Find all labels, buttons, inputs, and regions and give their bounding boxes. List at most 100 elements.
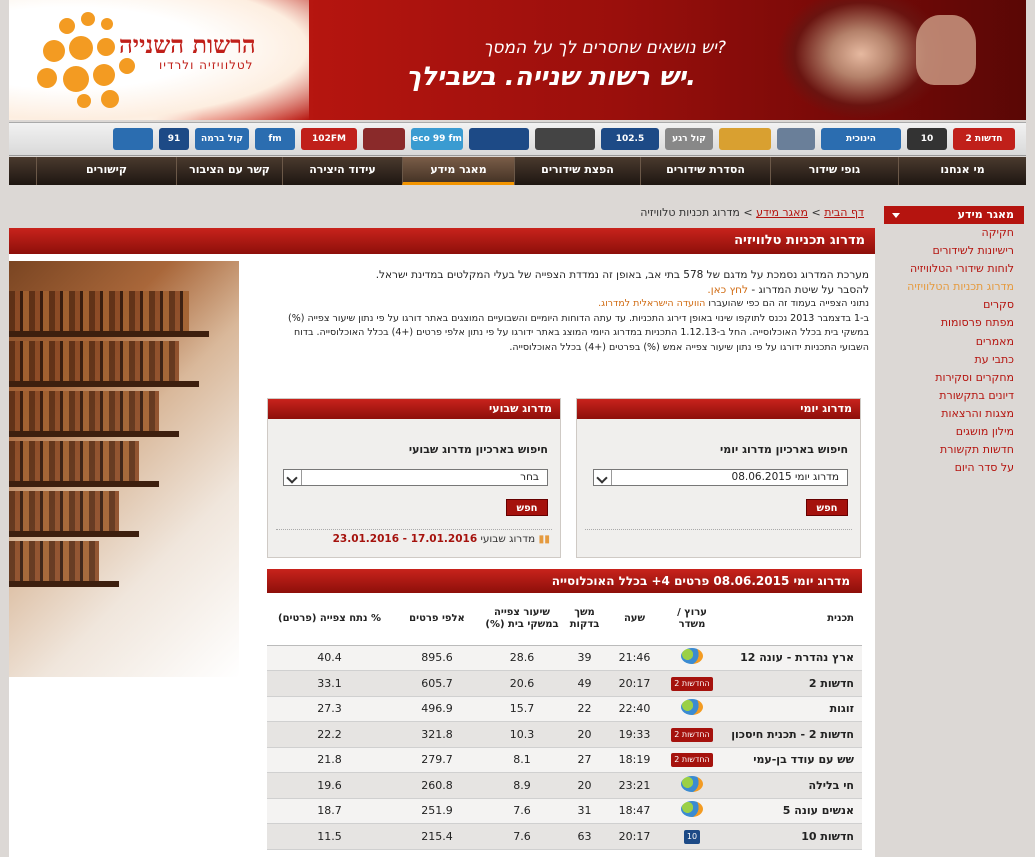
table-row[interactable]: ארץ נהדרת - עונה 12 21:46 39 28.6 895.6 40.4	[267, 645, 862, 671]
weekly-footer-label: מדרוג שבועי	[480, 533, 536, 545]
nav-item[interactable]: מאגר מידע	[402, 157, 514, 185]
nav-item[interactable]: קישורים	[36, 157, 176, 185]
channel-logo-cell	[662, 772, 722, 799]
channel-logo[interactable]: 10	[907, 128, 947, 150]
channel-logo[interactable]	[113, 128, 153, 150]
channel-logo-cell: החדשות 2	[662, 747, 722, 773]
table-cell-thousands: 251.9	[392, 798, 482, 824]
table-cell-rating: 7.6	[482, 798, 562, 824]
table-cell-time: 20:17	[607, 670, 662, 697]
chevron-down-icon	[594, 470, 612, 485]
table-row[interactable]: זוגות 22:40 22 15.7 496.9 27.3	[267, 696, 862, 722]
breadcrumb-section[interactable]: מאגר מידע	[756, 206, 808, 219]
page: הרשות השנייה לטלוויזיה ולרדיו יש נושאים …	[0, 0, 1035, 857]
sidebar-item[interactable]: כתבי עת	[884, 351, 1024, 369]
sidebar-item[interactable]: על סדר היום	[884, 459, 1024, 477]
library-bookshelf-image	[9, 261, 239, 677]
sidebar-item[interactable]: מצגות והרצאות	[884, 405, 1024, 423]
explanation-link[interactable]: לחץ כאן.	[707, 284, 748, 296]
channel-logo[interactable]: 102FM	[301, 128, 357, 150]
sidebar-item[interactable]: מדרוג תכניות הטלוויזיה	[884, 278, 1024, 296]
intro-p2: להסבר על שיטת המדרוג -	[748, 283, 869, 296]
table-header: שיעור צפייה במשקי בית (%)	[482, 593, 562, 646]
banner-person-image	[776, 0, 976, 120]
table-cell-share: 40.4	[267, 645, 392, 671]
rating-committee-link[interactable]: הוועדה הישראלית למדרוג.	[598, 298, 705, 309]
channel-logo[interactable]: eco 99 fm	[411, 128, 463, 150]
breadcrumb-sep: >	[739, 206, 757, 219]
table-cell-program: אנשים עונה 5	[722, 798, 862, 824]
channel-logo[interactable]: הינוכית	[821, 128, 901, 150]
daily-rating-box: מדרוג יומי חיפוש בארכיון מדרוג יומי מדרו…	[576, 398, 861, 558]
channel-logo-cell: החדשות 2	[662, 670, 722, 697]
sidebar-title[interactable]: מאגר מידע	[884, 206, 1024, 224]
sidebar-item[interactable]: מחקרים וסקירות	[884, 369, 1024, 387]
channel-logo-cell	[662, 798, 722, 824]
table-cell-duration: 20	[562, 721, 607, 748]
channel-logo[interactable]	[719, 128, 771, 150]
daily-archive-select[interactable]: מדרוג יומי 08.06.2015	[593, 469, 848, 486]
channel-logo[interactable]: 91	[159, 128, 189, 150]
channel-logo[interactable]	[469, 128, 529, 150]
table-cell-share: 27.3	[267, 696, 392, 722]
channel-logo[interactable]: קול רגע	[665, 128, 713, 150]
table-cell-program: חי בלילה	[722, 772, 862, 799]
table-cell-duration: 27	[562, 747, 607, 773]
table-row[interactable]: חדשות 2 - תכנית חיסכון החדשות 2 19:33 20 10.…	[267, 721, 862, 748]
nav-item[interactable]: מי אנחנו	[898, 157, 1026, 185]
nav-item[interactable]: קשר עם הציבור	[176, 157, 282, 185]
main-nav: מי אנחנו גופי שידור הסדרת שידורים הפצת שידו…	[9, 157, 1026, 185]
sidebar-item[interactable]: מפתח פרסומות	[884, 314, 1024, 332]
sidebar-item[interactable]: לוחות שידורי הטלוויזיה	[884, 260, 1024, 278]
sidebar-item[interactable]: חדשות תקשורת	[884, 441, 1024, 459]
daily-search-button[interactable]: חפש	[806, 499, 848, 516]
sidebar-item[interactable]: חקיקה	[884, 224, 1024, 242]
table-row[interactable]: חי בלילה 23:21 20 8.9 260.8 19.6	[267, 772, 862, 799]
channel-logo[interactable]: חדשות 2	[953, 128, 1015, 150]
sidebar-item[interactable]: מאמרים	[884, 333, 1024, 351]
main-content: מדרוג תכניות טלוויזיה מערכת המדרוג נסמכת…	[9, 228, 875, 857]
page-title: מדרוג תכניות טלוויזיה	[9, 228, 875, 254]
breadcrumb-home[interactable]: דף הבית	[824, 206, 864, 219]
channel-logo[interactable]	[535, 128, 595, 150]
table-cell-rating: 8.1	[482, 747, 562, 773]
nav-item[interactable]: גופי שידור	[770, 157, 898, 185]
breadcrumb-current: מדרוג תכניות טלוויזיה	[640, 206, 740, 219]
site-logo[interactable]: הרשות השנייה לטלוויזיה ולרדיו	[9, 0, 309, 120]
channel2-news-logo-icon: החדשות 2	[671, 727, 713, 742]
weekly-latest-link[interactable]: ▮▮ מדרוג שבועי 17.01.2016 - 23.01.2016	[333, 533, 550, 545]
table-header: שעה	[607, 593, 662, 646]
table-cell-time: 21:46	[607, 645, 662, 671]
sidebar-item[interactable]: רישיונות לשידורים	[884, 242, 1024, 260]
channel-logo-strip: חדשות 2 10 הינוכית קול רגע 102.5 eco 99 fm 102…	[9, 122, 1026, 156]
table-cell-duration: 31	[562, 798, 607, 824]
weekly-search-button[interactable]: חפש	[506, 499, 548, 516]
table-row[interactable]: אנשים עונה 5 18:47 31 7.6 251.9 18.7	[267, 798, 862, 824]
sidebar-item[interactable]: סקרים	[884, 296, 1024, 314]
channel10-logo-icon: 10	[683, 829, 701, 844]
weekly-archive-select[interactable]: בחר	[283, 469, 548, 486]
nav-item[interactable]: עידוד היצירה	[282, 157, 402, 185]
channel-logo[interactable]	[777, 128, 815, 150]
sidebar-item[interactable]: מילון מושגים	[884, 423, 1024, 441]
chevron-down-icon	[284, 470, 302, 485]
reshet-logo-icon	[681, 801, 703, 818]
table-cell-thousands: 895.6	[392, 645, 482, 671]
nav-item[interactable]: הסדרת שידורים	[640, 157, 770, 185]
channel-logo[interactable]	[363, 128, 405, 150]
channel-logo-cell: 10	[662, 823, 722, 850]
table-row[interactable]: חדשות 10 10 20:17 63 7.6 215.4 11.5	[267, 823, 862, 850]
table-row[interactable]: שש עם עודד בן-עמי החדשות 2 18:19 27 8.1 279.7…	[267, 747, 862, 773]
sidebar: מאגר מידע חקיקה רישיונות לשידורים לוחות שי…	[884, 206, 1024, 477]
table-row[interactable]: חדשות 2 החדשות 2 20:17 49 20.6 605.7 33.1	[267, 670, 862, 697]
sidebar-item[interactable]: דיונים בתקשורת	[884, 387, 1024, 405]
channel-logo[interactable]: 102.5	[601, 128, 659, 150]
nav-item[interactable]: הפצת שידורים	[514, 157, 640, 185]
table-header: אלפי פרטים	[392, 593, 482, 646]
intro-text: מערכת המדרוג נסמכת על מדגם של 578 בתי אב…	[269, 268, 869, 356]
channel-logo[interactable]: קול ברמה	[195, 128, 249, 150]
table-cell-program: חדשות 10	[722, 823, 862, 850]
channel-logo-cell: החדשות 2	[662, 721, 722, 748]
chevron-down-icon	[892, 213, 900, 218]
channel-logo[interactable]: fm	[255, 128, 295, 150]
